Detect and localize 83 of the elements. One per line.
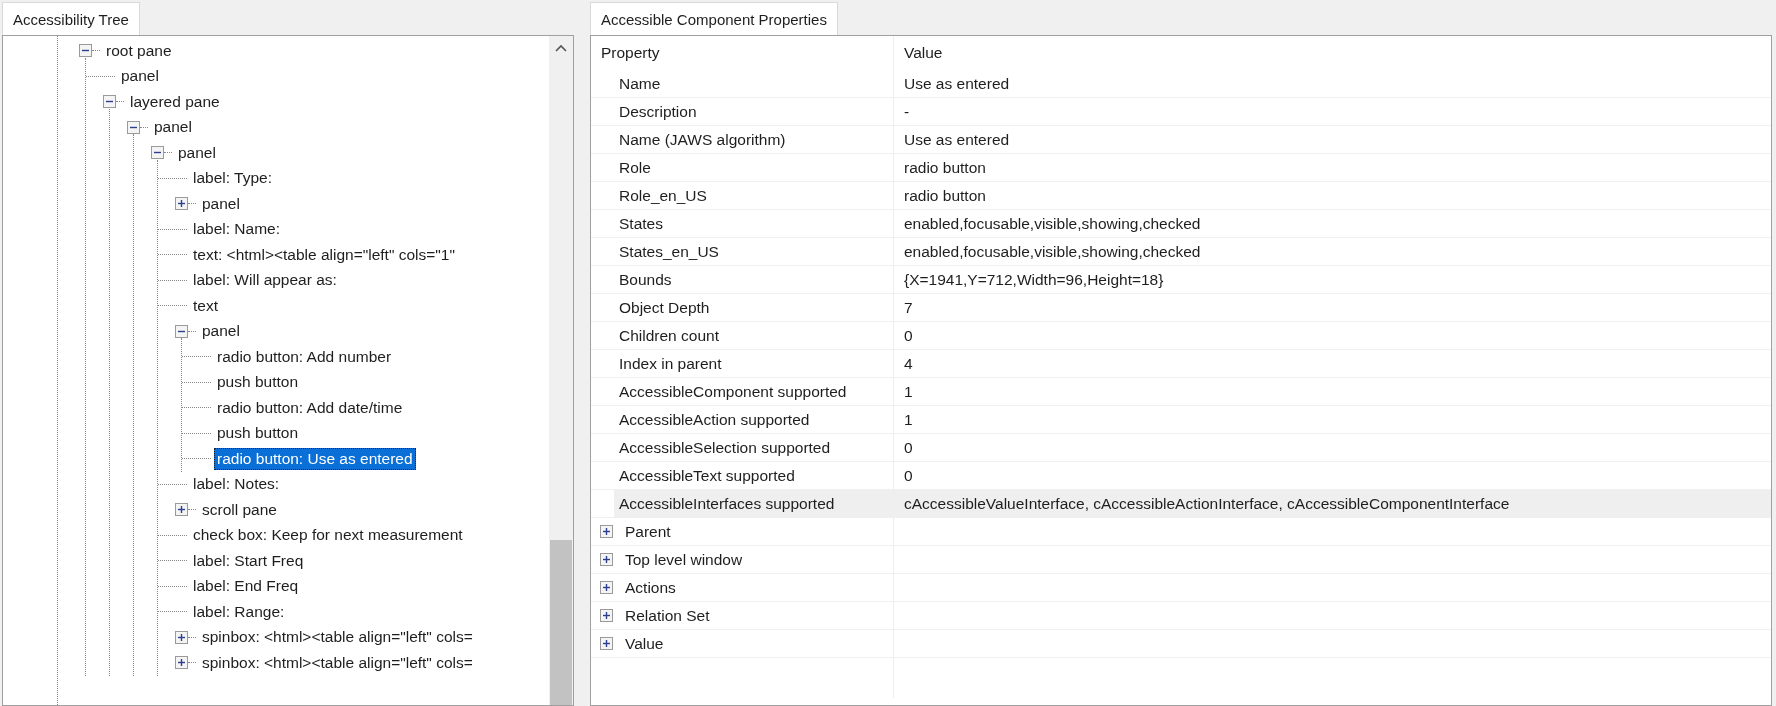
tree-item[interactable]: label: Notes: [190, 473, 283, 496]
property-name: States [618, 214, 664, 234]
tree-item[interactable]: spinbox: <html><table align="left" cols= [199, 651, 476, 674]
expand-icon[interactable] [175, 503, 188, 517]
tree-item[interactable]: label: End Freq [190, 575, 302, 598]
tree-item[interactable]: layered pane [127, 90, 223, 113]
expand-icon[interactable] [600, 581, 613, 594]
property-name: Index in parent [618, 354, 723, 374]
property-value: 0 [904, 439, 913, 456]
tab[interactable]: Accessible Component Properties [590, 2, 838, 35]
property-name: AccessibleAction supported [618, 410, 811, 430]
property-group[interactable]: Value [625, 634, 664, 653]
tree-item[interactable]: text [190, 294, 221, 317]
tree-item[interactable]: text: <html><table align="left" cols="1" [190, 243, 458, 266]
property-value: - [904, 103, 910, 120]
property-value: 4 [904, 355, 913, 372]
tree-item[interactable]: radio button: Add date/time [214, 396, 406, 419]
tree-item[interactable]: label: Start Freq [190, 549, 307, 572]
tab[interactable]: Accessibility Tree [2, 2, 140, 35]
expand-icon[interactable] [175, 197, 188, 211]
tree-item[interactable]: panel [199, 192, 243, 215]
expand-icon[interactable] [175, 656, 188, 670]
tree-item[interactable]: push button [214, 371, 301, 394]
property-name: Description [618, 102, 698, 122]
property-value: 1 [904, 411, 913, 428]
tree-item[interactable]: panel [151, 116, 195, 139]
collapse-icon[interactable] [103, 95, 116, 109]
tree-item[interactable]: panel [175, 141, 219, 164]
property-name: Bounds [618, 270, 673, 290]
property-name: States_en_US [618, 242, 720, 262]
property-name: Children count [618, 326, 720, 346]
property-value: enabled,focusable,visible,showing,checked [904, 243, 1201, 260]
property-group[interactable]: Relation Set [625, 606, 710, 625]
property-name: Name (JAWS algorithm) [618, 130, 787, 150]
tree-item[interactable]: check box: Keep for next measurement [190, 524, 466, 547]
tree-item[interactable]: root pane [103, 39, 175, 62]
tree-item[interactable]: scroll pane [199, 498, 280, 521]
tree-item[interactable]: label: Name: [190, 218, 283, 241]
expand-icon[interactable] [175, 630, 188, 644]
tree-item[interactable]: label: Type: [190, 167, 275, 190]
tree-item[interactable]: radio button: Use as entered [214, 447, 416, 470]
property-name: Role [618, 158, 652, 178]
property-value: enabled,focusable,visible,showing,checked [904, 215, 1201, 232]
property-value: 1 [904, 383, 913, 400]
expand-icon[interactable] [600, 637, 613, 650]
property-group[interactable]: Actions [625, 578, 676, 597]
column-header[interactable]: Property [591, 36, 894, 70]
property-value: Use as entered [904, 131, 1010, 148]
property-value: Use as entered [904, 75, 1010, 92]
tree-item[interactable]: radio button: Add number [214, 345, 395, 368]
property-value: 0 [904, 327, 913, 344]
property-value: 7 [904, 299, 913, 316]
property-name: AccessibleSelection supported [618, 438, 832, 458]
collapse-icon[interactable] [175, 324, 188, 338]
property-name: AccessibleText supported [618, 466, 796, 486]
collapse-icon[interactable] [79, 44, 92, 58]
scrollbar-thumb[interactable] [550, 540, 572, 705]
property-name: AccessibleComponent supported [618, 382, 848, 402]
expand-icon[interactable] [600, 609, 613, 622]
collapse-icon[interactable] [127, 120, 140, 134]
expand-icon[interactable] [600, 553, 613, 566]
property-value: 0 [904, 467, 913, 484]
column-header[interactable]: Value [893, 36, 1771, 70]
property-name: Name [618, 74, 662, 94]
expand-icon[interactable] [600, 525, 613, 538]
property-name: Object Depth [618, 298, 711, 318]
property-group[interactable]: Top level window [625, 550, 743, 569]
tree-item[interactable]: label: Range: [190, 600, 288, 623]
property-group[interactable]: Parent [625, 522, 671, 541]
property-value: radio button [904, 187, 986, 204]
property-value: radio button [904, 159, 986, 176]
tree-item[interactable]: push button [214, 422, 301, 445]
tree-item[interactable]: spinbox: <html><table align="left" cols= [199, 626, 476, 649]
tree-item[interactable]: panel [199, 320, 243, 343]
property-name: AccessibleInterfaces supported [614, 490, 893, 517]
tree-item[interactable]: label: Will appear as: [190, 269, 340, 292]
tree-item[interactable]: panel [118, 65, 162, 88]
property-value: {X=1941,Y=712,Width=96,Height=18} [904, 271, 1164, 288]
scroll-up-icon[interactable] [555, 44, 567, 52]
scrollbar[interactable] [549, 36, 573, 705]
collapse-icon[interactable] [151, 146, 164, 160]
property-name: Role_en_US [618, 186, 708, 206]
property-value: cAccessibleValueInterface, cAccessibleActionInterface, cAccessibleComponentInterface [904, 495, 1510, 512]
